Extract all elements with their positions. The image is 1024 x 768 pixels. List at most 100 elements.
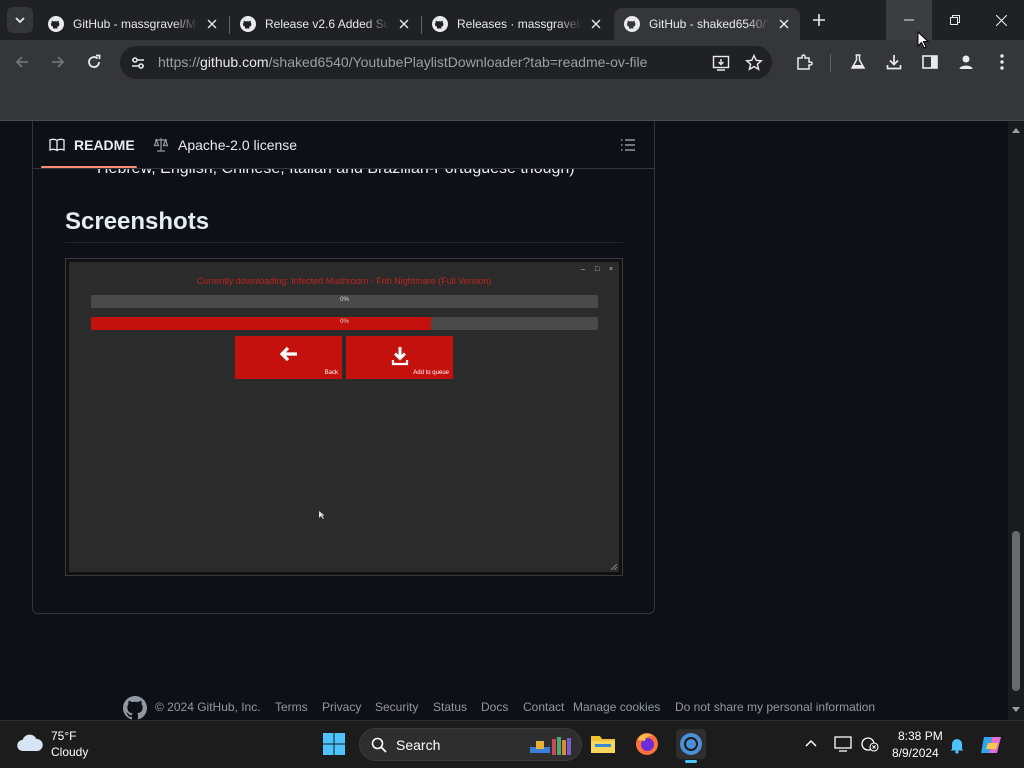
scroll-up-icon[interactable] bbox=[1012, 127, 1020, 133]
back-icon bbox=[15, 56, 28, 68]
back-button[interactable] bbox=[10, 50, 34, 74]
footer-link-docs[interactable]: Docs bbox=[481, 700, 508, 714]
scrollbar-thumb[interactable] bbox=[1012, 531, 1020, 691]
tab-title: GitHub - massgravel/Microsoft-Activation… bbox=[73, 17, 198, 31]
app-screenshot-image: – □ × Currently downloading: Infected Mu… bbox=[66, 259, 622, 575]
bookmarks-bar bbox=[0, 85, 1024, 121]
weather-temperature: 75°F bbox=[51, 729, 77, 743]
tab-strip: GitHub - massgravel/Microsoft-Activation… bbox=[0, 0, 1024, 40]
close-window-button[interactable] bbox=[978, 0, 1024, 40]
page-content: Hebrew, English, Chinese, Italian and Br… bbox=[0, 121, 1008, 720]
windows-logo-icon bbox=[323, 733, 345, 755]
close-icon bbox=[207, 19, 217, 29]
outline-button[interactable] bbox=[617, 135, 639, 155]
close-tab-button[interactable] bbox=[204, 16, 220, 32]
arrow-left-icon bbox=[279, 346, 297, 362]
display-icon[interactable] bbox=[834, 736, 852, 752]
reload-icon bbox=[88, 54, 101, 68]
star-icon[interactable] bbox=[745, 54, 763, 72]
more-button[interactable] bbox=[990, 50, 1014, 74]
footer-link-status[interactable]: Status bbox=[433, 700, 467, 714]
bell-icon[interactable] bbox=[949, 736, 965, 754]
minimize-icon bbox=[904, 19, 914, 21]
start-button[interactable] bbox=[319, 729, 349, 759]
close-tab-button[interactable] bbox=[396, 16, 412, 32]
shot-bar1-text: 0% bbox=[340, 297, 349, 303]
tab-releases[interactable]: Releases · massgravel/Microsoft-Activati… bbox=[422, 8, 612, 40]
shot-download-title: Currently downloading: Infected Mushroom… bbox=[196, 276, 492, 286]
close-tab-button[interactable] bbox=[776, 16, 792, 32]
address-bar[interactable]: https://github.com/shaked6540/YoutubePla… bbox=[120, 46, 772, 79]
shot-progress-bar-total: 0% bbox=[91, 295, 598, 308]
reload-button[interactable] bbox=[82, 50, 106, 74]
github-footer: © 2024 GitHub, Inc. Terms Privacy Securi… bbox=[0, 694, 1008, 720]
shot-maximize-glyph: □ bbox=[595, 266, 600, 273]
extensions-button[interactable] bbox=[792, 50, 816, 74]
cloud-icon bbox=[17, 734, 43, 752]
shot-bar2-text: 0% bbox=[340, 319, 349, 325]
close-icon bbox=[779, 19, 789, 29]
shot-close-glyph: × bbox=[609, 266, 614, 273]
readme-tab[interactable]: README bbox=[49, 121, 135, 169]
url-prefix: https:// bbox=[158, 54, 201, 70]
footer-link-security[interactable]: Security bbox=[375, 700, 418, 714]
tab-title: Release v2.6 Added Subtitles bbox=[265, 17, 390, 31]
license-tab-label: Apache-2.0 license bbox=[178, 137, 298, 153]
network-off-icon[interactable] bbox=[861, 736, 879, 752]
tab-release[interactable]: Release v2.6 Added Subtitles bbox=[230, 8, 420, 40]
site-info-icon[interactable] bbox=[130, 55, 146, 71]
tab-youtube-playlist-downloader[interactable]: GitHub - shaked6540/YoutubePlaylistDownl… bbox=[614, 8, 800, 40]
license-tab[interactable]: Apache-2.0 license bbox=[153, 121, 297, 169]
shot-add-to-queue-button: Add to queue bbox=[346, 336, 453, 379]
profile-icon bbox=[959, 55, 973, 69]
footer-link-privacy[interactable]: Privacy bbox=[322, 700, 361, 714]
downloads-button[interactable] bbox=[882, 50, 906, 74]
readme-header: README Apache-2.0 license bbox=[33, 121, 654, 169]
footer-link-terms[interactable]: Terms bbox=[275, 700, 308, 714]
close-tab-button[interactable] bbox=[588, 16, 604, 32]
chevron-down-icon bbox=[15, 17, 25, 24]
restore-button[interactable] bbox=[932, 0, 978, 40]
close-icon bbox=[995, 14, 1007, 26]
profile-button[interactable] bbox=[954, 50, 978, 74]
tab-massgravel[interactable]: GitHub - massgravel/Microsoft-Activation… bbox=[38, 8, 228, 40]
chrome-icon bbox=[680, 733, 702, 755]
plus-icon bbox=[813, 14, 825, 26]
firefox-button[interactable] bbox=[632, 729, 662, 759]
resize-grip-icon bbox=[611, 564, 617, 570]
github-icon bbox=[48, 16, 64, 32]
file-explorer-button[interactable] bbox=[588, 729, 618, 759]
new-tab-button[interactable] bbox=[808, 9, 830, 31]
shot-minimize-glyph: – bbox=[581, 266, 585, 273]
restore-icon bbox=[950, 15, 960, 25]
side-panel-button[interactable] bbox=[918, 50, 942, 74]
install-app-icon[interactable] bbox=[712, 54, 730, 72]
search-icon bbox=[371, 737, 387, 753]
forward-button[interactable] bbox=[46, 50, 70, 74]
chrome-button[interactable] bbox=[676, 729, 706, 763]
footer-link-manage-cookies[interactable]: Manage cookies bbox=[573, 700, 660, 714]
readme-tab-label: README bbox=[74, 137, 135, 153]
shot-queue-label: Add to queue bbox=[413, 370, 449, 376]
copilot-icon[interactable] bbox=[980, 733, 1004, 757]
download-icon bbox=[886, 55, 902, 70]
url-text[interactable]: https://github.com/shaked6540/YoutubePla… bbox=[158, 54, 647, 70]
footer-link-do-not-share[interactable]: Do not share my personal information bbox=[675, 700, 875, 714]
windows-taskbar: 75°F Cloudy Search 8:38 PM 8/9/2024 bbox=[0, 720, 1024, 768]
labs-button[interactable] bbox=[846, 50, 870, 74]
github-logo-icon[interactable] bbox=[123, 696, 147, 720]
scroll-down-icon[interactable] bbox=[1012, 707, 1020, 713]
folder-icon bbox=[591, 736, 615, 753]
taskbar-search[interactable]: Search bbox=[359, 728, 582, 761]
page-scrollbar[interactable] bbox=[1008, 121, 1024, 720]
mouse-cursor-icon bbox=[917, 31, 929, 49]
clock-time[interactable]: 8:38 PM bbox=[898, 729, 943, 743]
book-icon bbox=[49, 138, 65, 152]
clock-date[interactable]: 8/9/2024 bbox=[892, 746, 939, 760]
labs-icon bbox=[850, 54, 866, 69]
tab-title: Releases · massgravel/Microsoft-Activati… bbox=[457, 17, 582, 31]
footer-link-contact[interactable]: Contact bbox=[523, 700, 564, 714]
tab-list-button[interactable] bbox=[7, 7, 33, 33]
list-icon bbox=[621, 139, 635, 151]
chevron-up-icon[interactable] bbox=[805, 739, 817, 747]
